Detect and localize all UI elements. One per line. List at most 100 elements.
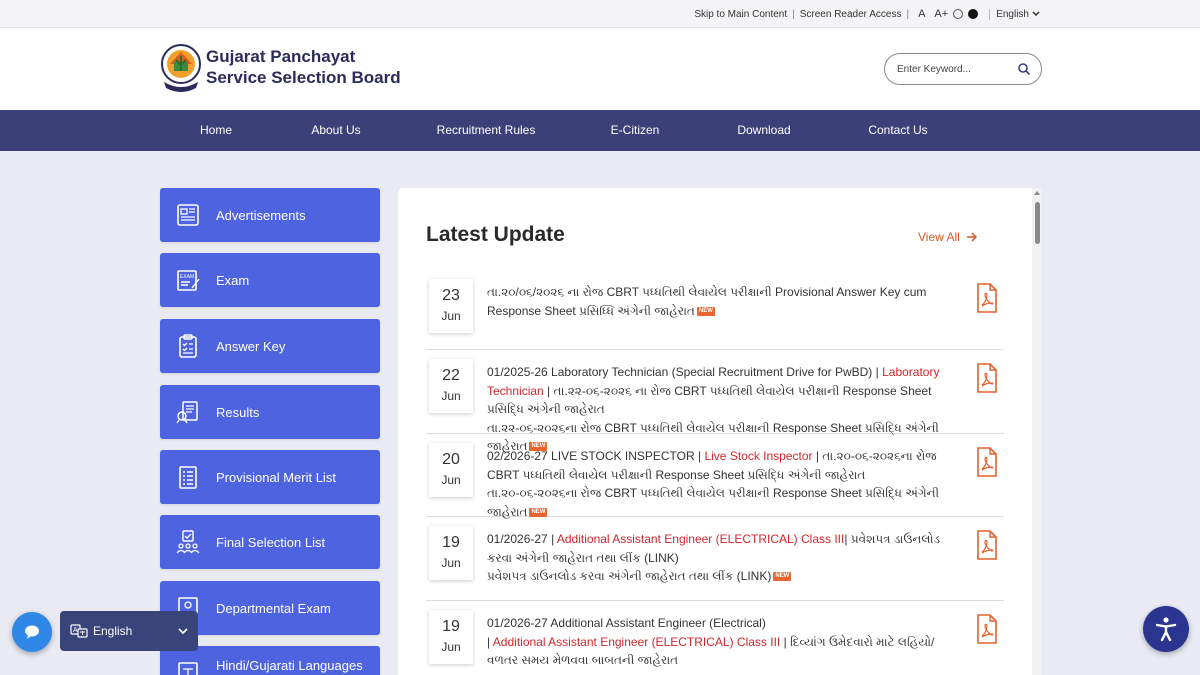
search-box [884,53,1042,85]
update-line: લેવાયેલ પરીક્ષાની Response Sheet પ્રસિદ્… [568,467,866,482]
update-line: અંગેની જાહેરાત તથા લીંક (LINK) [515,550,679,565]
nav-item-about-us[interactable]: About Us [311,110,360,151]
gpssb-logo-icon[interactable] [160,42,202,94]
date-badge: 20 Jun [429,443,473,497]
chat-button[interactable] [12,612,52,652]
font-large-button[interactable]: A+ [934,8,948,20]
pdf-icon[interactable] [976,283,998,313]
separator: | [815,449,819,463]
pdf-icon[interactable] [976,614,998,644]
scrollbar[interactable] [1032,188,1042,675]
date-day: 19 [442,618,460,635]
sidebar-item-label: Results [216,404,260,420]
update-line: 02/2026-27 LIVE STOCK INSPECTOR [487,449,695,463]
svg-text:A: A [73,627,78,634]
pdf-icon[interactable] [976,363,998,393]
list-icon [179,466,197,489]
date-badge: 23 Jun [429,279,473,333]
post-link[interactable]: Additional Assistant Engineer (ELECTRICA… [557,532,844,546]
language-widget[interactable]: A English [60,611,198,651]
brand-line-2: Service Selection Board [206,68,401,87]
nav-item-contact-us[interactable]: Contact Us [868,110,927,151]
chevron-down-icon [178,627,188,634]
language-select[interactable]: English [989,8,1040,20]
newspaper-icon [177,204,199,226]
search-input[interactable] [897,63,1007,75]
arrow-right-icon [966,232,977,242]
date-day: 19 [442,534,460,551]
sidebar-item-provisional-merit-list[interactable]: Provisional Merit List [160,450,380,504]
pdf-icon[interactable] [976,447,998,477]
date-month: Jun [441,556,461,570]
nav-item-recruitment-rules[interactable]: Recruitment Rules [437,110,536,151]
separator: | [875,365,879,379]
list-item: 23 Jun તા.૨૦/૦૬/૨૦૨૬ ના રોજ CBRT પધ્ધતિથ… [426,270,1004,350]
separator: | [906,8,910,20]
new-badge: NEW [696,306,715,316]
sidebar-item-label: Final Selection List [216,534,326,550]
post-link[interactable]: Live Stock Inspector [704,449,812,463]
date-badge: 22 Jun [429,359,473,413]
sidebar-item-final-selection-list[interactable]: Final Selection List [160,515,380,569]
brand-line-1: Gujarat Panchayat [206,47,356,66]
scrollbar-thumb[interactable] [1035,202,1040,244]
date-badge: 19 Jun [429,526,473,580]
date-month: Jun [441,640,461,654]
pdf-icon[interactable] [976,530,998,560]
update-line: મેળવવા બાબતની જાહેરાત [552,653,679,667]
sidebar-item-advertisements[interactable]: Advertisements [160,188,380,242]
nav-item-home[interactable]: Home [200,110,232,151]
update-line: પ્રવેશપત્ર ડાઉનલોડ કરવા અંગેની જાહેરાત ત… [487,569,772,583]
nav-item-e-citizen[interactable]: E-Citizen [611,110,660,151]
update-line: 01/2026-27 [487,532,548,546]
people-check-icon [176,530,200,554]
list-item: 19 Jun 01/2026-27 Additional Assistant E… [426,601,1004,675]
date-month: Jun [441,389,461,403]
post-link[interactable]: Additional Assistant Engineer (ELECTRICA… [493,635,780,649]
separator: | [547,383,551,398]
accessibility-icon [1155,617,1177,642]
language-widget-label: English [93,624,133,638]
brand-name[interactable]: Gujarat Panchayat Service Selection Boar… [206,46,401,88]
sidebar-item-label: Provisional Merit List [216,469,336,485]
view-all-link[interactable]: View All [918,230,978,244]
scroll-up-icon[interactable] [1034,191,1040,195]
new-badge: NEW [773,572,792,582]
sidebar-item-label: Answer Key [216,338,286,354]
view-all-label: View All [918,230,960,244]
utility-links: Skip to Main Content | Screen Reader Acc… [694,0,1040,28]
separator: | [792,8,795,20]
latest-update-panel: Latest Update View All 23 Jun તા.૨૦/૦૬/૨… [398,188,1042,675]
nav-item-download[interactable]: Download [737,110,790,151]
search-icon[interactable] [1017,62,1031,76]
light-contrast-toggle[interactable] [953,9,964,19]
update-line: 01/2026-27 Additional Assistant Engineer… [487,616,766,630]
screen-reader-link[interactable]: Screen Reader Access [800,9,902,20]
sidebar-item-answer-key[interactable]: Answer Key [160,319,380,373]
language-select-value: English [996,8,1029,20]
latest-update-title: Latest Update [426,223,565,246]
sidebar-item-label: Advertisements [216,207,306,223]
font-normal-button[interactable]: A [918,8,925,20]
sidebar-item-label: Exam [216,272,250,288]
date-day: 22 [442,367,460,384]
date-month: Jun [441,309,461,323]
update-text[interactable]: તા.૨૦/૦૬/૨૦૨૬ ના રોજ CBRT પધ્ધતિથી લેવાય… [487,283,947,320]
update-line: 01/2025-26 Laboratory Technician (Specia… [487,365,873,379]
language-icon [178,662,198,675]
dark-contrast-toggle[interactable] [968,9,979,19]
translate-icon: A [70,624,88,638]
accessibility-button[interactable] [1143,606,1189,652]
results-icon [176,401,198,424]
site-header: Gujarat Panchayat Service Selection Boar… [0,28,1200,110]
update-text[interactable]: 01/2026-27 Additional Assistant Engineer… [487,614,947,670]
update-text[interactable]: 01/2026-27 | Additional Assistant Engine… [487,530,947,586]
skip-to-content-link[interactable]: Skip to Main Content [694,9,787,20]
sidebar-item-results[interactable]: Results [160,385,380,439]
separator: | [698,449,702,463]
new-badge: NEW [529,507,548,517]
date-day: 23 [442,287,460,304]
update-text[interactable]: 02/2026-27 LIVE STOCK INSPECTOR | Live S… [487,447,947,521]
clipboard-icon [179,334,197,358]
sidebar-item-exam[interactable]: EXAM Exam [160,253,380,307]
